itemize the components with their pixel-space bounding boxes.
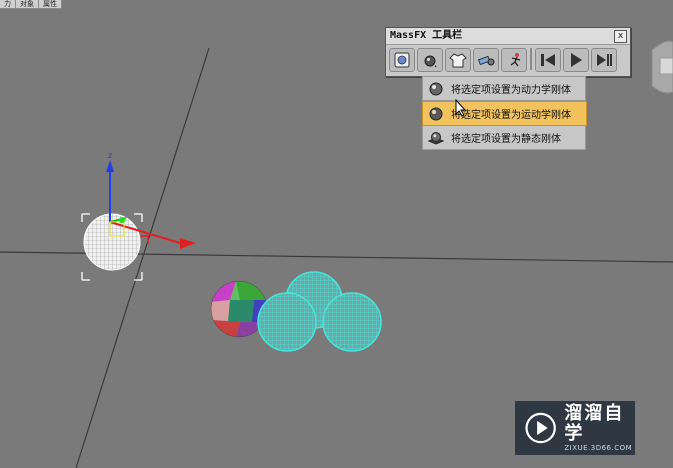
constraint-icon xyxy=(477,55,495,66)
ragdoll-icon xyxy=(510,53,521,67)
menu-item-static-rigid-body[interactable]: 将选定项设置为静态刚体 xyxy=(422,126,586,150)
viewcube-icon[interactable] xyxy=(651,40,673,94)
watermark-site: ZIXUE.3D66.COM xyxy=(564,444,633,452)
menu-item-label: 将选定项设置为运动学刚体 xyxy=(451,110,571,121)
reset-simulation-icon xyxy=(541,54,555,66)
world-parameters-icon xyxy=(394,52,410,68)
cyan-wireframe-sphere-right[interactable] xyxy=(322,292,382,352)
close-button[interactable]: x xyxy=(614,30,627,43)
watermark-brand: 溜溜自学 xyxy=(564,403,625,444)
constraint-button[interactable] xyxy=(473,48,499,72)
world-parameters-button[interactable] xyxy=(389,48,415,72)
menu-item-label: 将选定项设置为静态刚体 xyxy=(451,134,561,145)
ragdoll-button[interactable] xyxy=(501,48,527,72)
rigid-body-button[interactable] xyxy=(417,48,443,72)
rigid-body-flyout-menu: 将选定项设置为动力学刚体 将选定项设置为运动学刚体 将选定项设置为静态刚体 xyxy=(422,76,587,150)
cyan-wireframe-sphere-left[interactable] xyxy=(257,292,317,352)
move-gizmo[interactable] xyxy=(106,160,196,249)
static-rigid-body-icon xyxy=(427,130,445,146)
mouse-cursor-icon xyxy=(455,99,467,117)
reset-simulation-button[interactable] xyxy=(535,48,561,72)
toolbar-separator xyxy=(530,48,532,70)
cloth-icon xyxy=(449,53,467,68)
menu-item-dynamic-rigid-body[interactable]: 将选定项设置为动力学刚体 xyxy=(422,76,586,101)
step-simulation-button[interactable] xyxy=(591,48,617,72)
dynamic-rigid-body-icon xyxy=(428,81,444,97)
step-simulation-icon xyxy=(597,54,612,66)
massfx-toolbar[interactable]: MassFX 工具栏 x xyxy=(385,27,631,77)
rigid-body-icon xyxy=(424,55,437,67)
gizmo-z-label: z xyxy=(108,151,112,160)
3d-viewport[interactable]: 力 对象 属性 z MassFX 工具栏 x 将选定项设置为动力学刚体 将选定项… xyxy=(0,0,673,468)
watermark-logo: 溜溜自学 ZIXUE.3D66.COM xyxy=(515,401,635,455)
massfx-toolbar-title[interactable]: MassFX 工具栏 xyxy=(386,28,630,45)
play-logo-icon xyxy=(525,412,556,444)
cloth-button[interactable] xyxy=(445,48,471,72)
play-simulation-icon xyxy=(571,53,582,67)
play-simulation-button[interactable] xyxy=(563,48,589,72)
menu-item-label: 将选定项设置为动力学刚体 xyxy=(451,85,571,96)
menu-item-kinematic-rigid-body[interactable]: 将选定项设置为运动学刚体 xyxy=(422,101,587,126)
kinematic-rigid-body-icon xyxy=(428,106,444,122)
